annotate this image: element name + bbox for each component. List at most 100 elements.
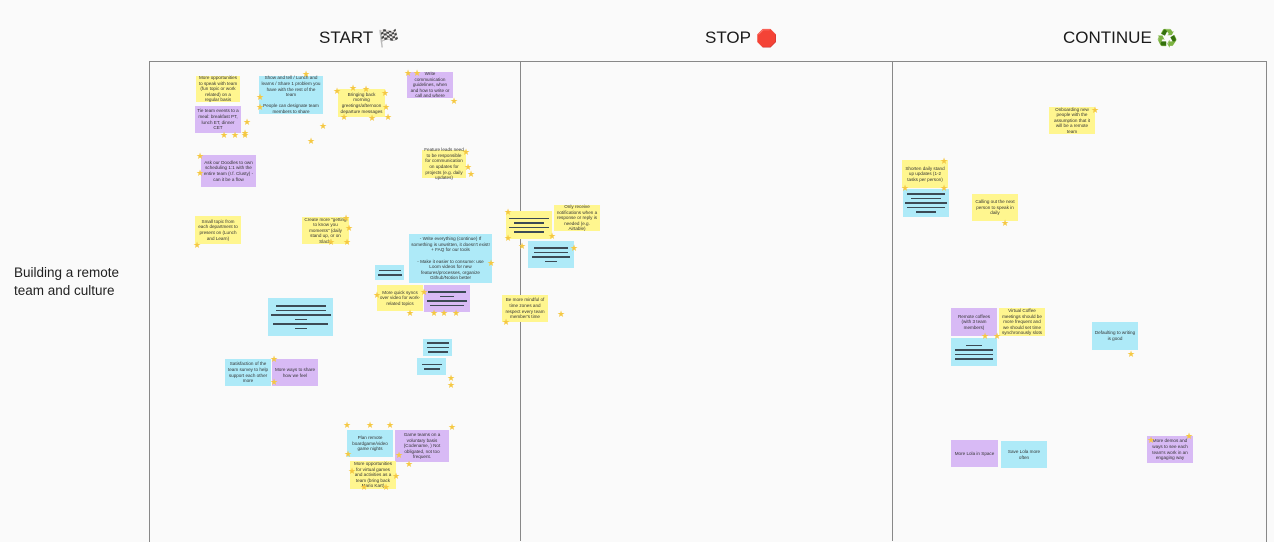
vote-star-icon: ★	[362, 84, 371, 94]
vote-star-icon: ★	[430, 308, 439, 318]
vote-star-icon: ★	[307, 136, 316, 146]
vote-star-icon: ★	[462, 147, 471, 157]
vote-star-icon: ★	[570, 243, 579, 253]
vote-star-icon: ★	[981, 331, 990, 341]
vote-star-icon: ★	[344, 449, 353, 459]
vote-star-icon: ★	[270, 354, 279, 364]
vote-star-icon: ★	[940, 183, 949, 193]
row-label: Building a remote team and culture	[14, 265, 120, 298]
vote-star-icon: ★	[504, 207, 513, 217]
sticky-note[interactable]: Show and tell / Lunch and learns / Share…	[259, 75, 323, 114]
vote-star-icon: ★	[382, 482, 391, 492]
column-title-text: START	[319, 28, 374, 47]
sticky-note-redacted[interactable]	[417, 358, 446, 375]
column-divider	[892, 61, 893, 541]
vote-star-icon: ★	[993, 331, 1002, 341]
vote-star-icon: ★	[420, 287, 429, 297]
vote-star-icon: ★	[1001, 218, 1010, 228]
vote-star-icon: ★	[548, 231, 557, 241]
vote-star-icon: ★	[450, 96, 459, 106]
vote-star-icon: ★	[327, 237, 336, 247]
vote-star-icon: ★	[518, 241, 527, 251]
vote-star-icon: ★	[360, 482, 369, 492]
vote-star-icon: ★	[487, 258, 496, 268]
sticky-note[interactable]: More ways to share how we feel	[272, 359, 318, 386]
vote-star-icon: ★	[1091, 105, 1100, 115]
sticky-note-redacted[interactable]	[375, 265, 404, 280]
sticky-note[interactable]: More quick syncs over video for work-rel…	[377, 285, 423, 311]
sticky-note[interactable]: Onboarding new people with the assumptio…	[1049, 107, 1095, 134]
vote-star-icon: ★	[447, 380, 456, 390]
sticky-note[interactable]: Satisfaction of the team survey to help …	[225, 359, 271, 386]
vote-star-icon: ★	[381, 88, 390, 98]
vote-star-icon: ★	[319, 121, 328, 131]
vote-star-icon: ★	[343, 237, 352, 247]
sticky-note[interactable]: Feature leads need to be responsible for…	[422, 147, 466, 180]
vote-star-icon: ★	[452, 308, 461, 318]
sticky-note[interactable]: More opportunities to speak with team (f…	[196, 75, 240, 102]
vote-star-icon: ★	[193, 240, 202, 250]
vote-star-icon: ★	[333, 86, 342, 96]
column-title-start: START 🏁	[319, 28, 399, 49]
sticky-note[interactable]: Game teams on a voluntary basis (Codenam…	[395, 430, 449, 462]
column-title-stop: STOP 🛑	[705, 28, 777, 49]
vote-star-icon: ★	[901, 183, 910, 193]
sticky-note-redacted[interactable]	[951, 338, 997, 366]
vote-star-icon: ★	[302, 69, 311, 79]
vote-star-icon: ★	[220, 130, 229, 140]
vote-star-icon: ★	[405, 459, 414, 469]
checkered-flag-icon: 🏁	[378, 28, 400, 48]
vote-star-icon: ★	[348, 466, 357, 476]
vote-star-icon: ★	[502, 317, 511, 327]
stop-sign-icon: 🛑	[755, 28, 778, 48]
vote-star-icon: ★	[342, 213, 351, 223]
vote-star-icon: ★	[440, 308, 449, 318]
vote-star-icon: ★	[231, 130, 240, 140]
vote-star-icon: ★	[1127, 349, 1136, 359]
vote-star-icon: ★	[404, 68, 413, 78]
sticky-note[interactable]: Small topic from each department to pres…	[195, 216, 241, 244]
sticky-note-redacted[interactable]	[903, 189, 949, 217]
sticky-note[interactable]: Ask our Doodles to own scheduling 1:1 wi…	[201, 155, 256, 187]
sticky-note[interactable]: Remote coffees (with 3 team members)	[951, 308, 997, 336]
sticky-note[interactable]: - Write everything (continue) If somethi…	[409, 234, 492, 283]
sticky-note-redacted[interactable]	[423, 339, 452, 356]
sticky-note[interactable]: Save Lola more often	[1001, 441, 1047, 468]
vote-star-icon: ★	[349, 83, 358, 93]
sticky-note[interactable]: More Lola in Space	[951, 440, 998, 467]
column-title-text: CONTINUE	[1063, 28, 1152, 47]
column-title-text: STOP	[705, 28, 751, 47]
vote-star-icon: ★	[382, 102, 391, 112]
sticky-note-redacted[interactable]	[268, 298, 333, 336]
vote-star-icon: ★	[343, 420, 352, 430]
sticky-note-redacted[interactable]	[528, 241, 574, 268]
vote-star-icon: ★	[940, 156, 949, 166]
sticky-note[interactable]: Tie team events to a meal: breakfast PT,…	[195, 106, 241, 133]
sticky-note-redacted[interactable]	[506, 211, 552, 239]
sticky-note[interactable]: Plan remote boardgame/video game nights	[347, 430, 393, 457]
vote-star-icon: ★	[467, 169, 476, 179]
vote-star-icon: ★	[368, 113, 377, 123]
vote-star-icon: ★	[243, 117, 252, 127]
sticky-note[interactable]: Calling out the next person to speak in …	[972, 194, 1018, 221]
column-title-continue: CONTINUE ♻️	[1063, 28, 1178, 49]
recycle-icon: ♻️	[1156, 28, 1178, 48]
vote-star-icon: ★	[384, 112, 393, 122]
vote-star-icon: ★	[386, 420, 395, 430]
vote-star-icon: ★	[270, 377, 279, 387]
vote-star-icon: ★	[395, 450, 404, 460]
vote-star-icon: ★	[373, 290, 382, 300]
vote-star-icon: ★	[1147, 435, 1156, 445]
sticky-note[interactable]: Defaulting to writing is good	[1092, 322, 1138, 350]
vote-star-icon: ★	[196, 151, 205, 161]
vote-star-icon: ★	[406, 308, 415, 318]
vote-star-icon: ★	[557, 309, 566, 319]
vote-star-icon: ★	[1185, 431, 1194, 441]
vote-star-icon: ★	[256, 102, 265, 112]
sticky-note[interactable]: Only receive notifications when a respon…	[554, 204, 600, 231]
vote-star-icon: ★	[241, 130, 250, 140]
vote-star-icon: ★	[413, 68, 422, 78]
sticky-note[interactable]: Virtual Coffee meetings should be more f…	[999, 308, 1045, 336]
vote-star-icon: ★	[340, 112, 349, 122]
vote-star-icon: ★	[448, 422, 457, 432]
